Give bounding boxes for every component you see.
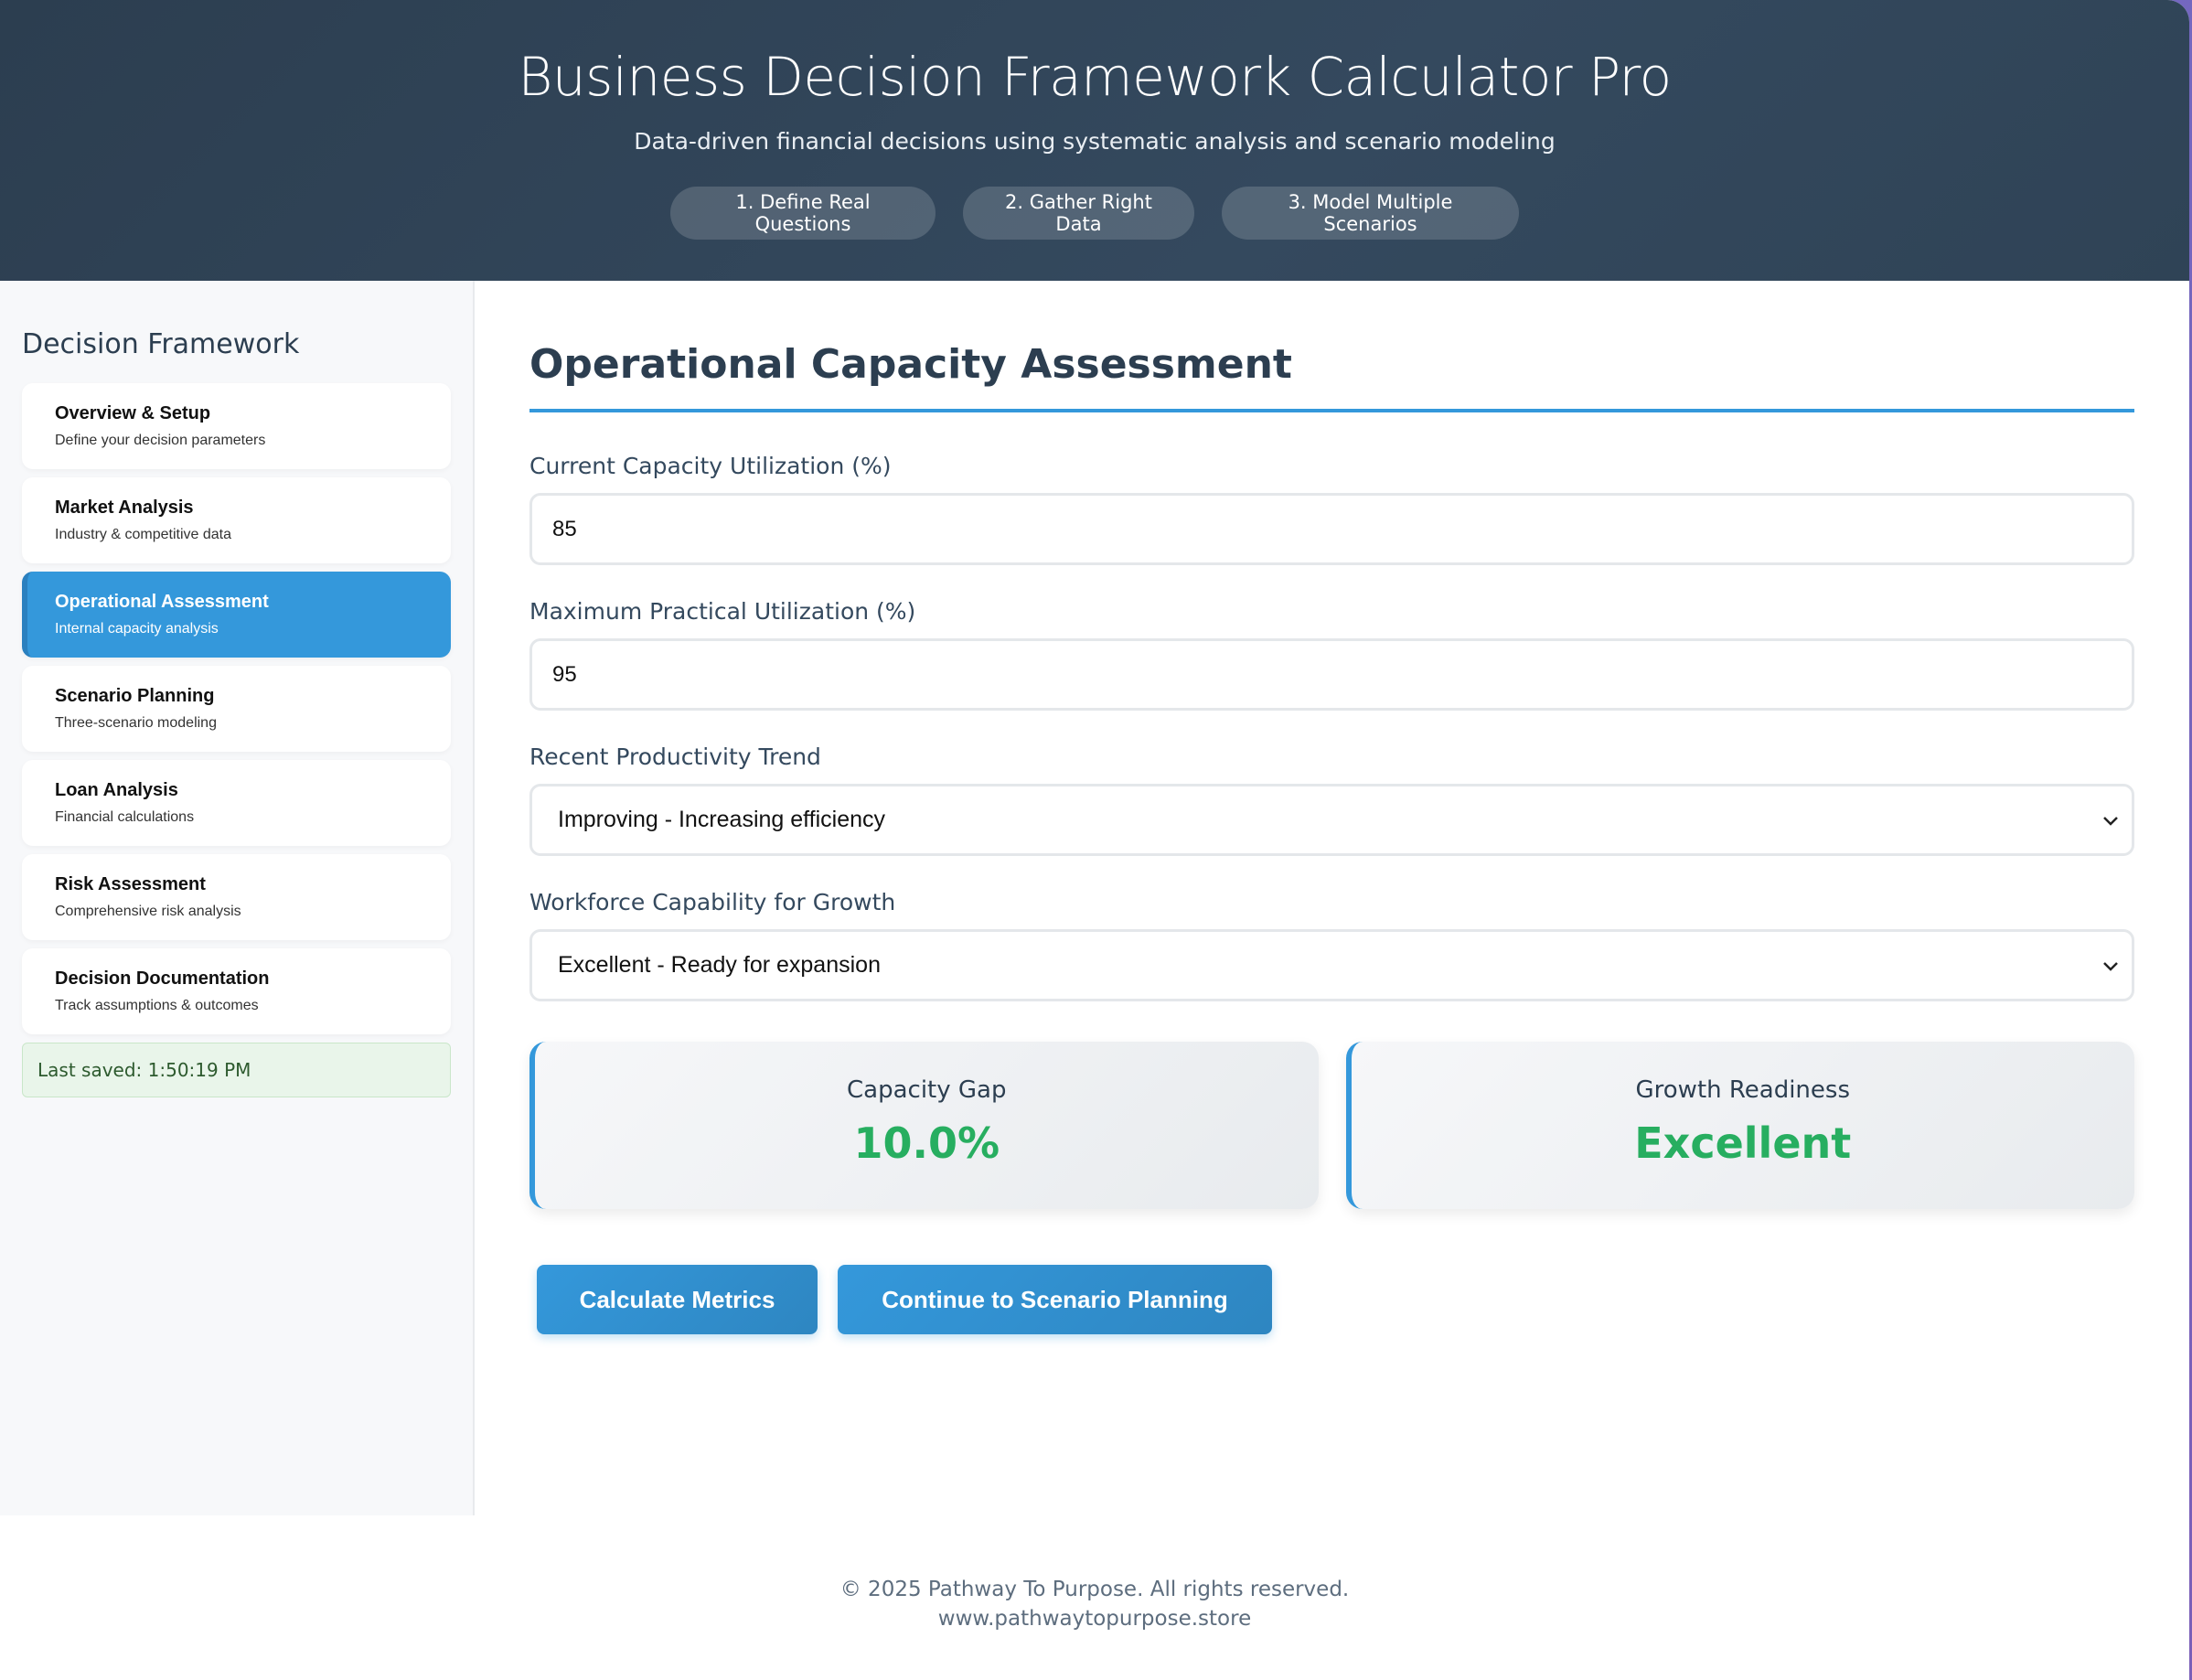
chevron-down-icon bbox=[2102, 808, 2119, 832]
sidebar-item-overview[interactable]: Overview & Setup Define your decision pa… bbox=[22, 383, 451, 469]
sidebar-item-title: Decision Documentation bbox=[55, 968, 270, 989]
calculate-metrics-button[interactable]: Calculate Metrics bbox=[537, 1265, 818, 1334]
sidebar-item-title: Overview & Setup bbox=[55, 403, 211, 423]
growth-readiness-card: Growth Readiness Excellent bbox=[1345, 1042, 2134, 1209]
app-window: Business Decision Framework Calculator P… bbox=[0, 0, 2189, 1680]
metric-cards: Capacity Gap 10.0% Growth Readiness Exce… bbox=[529, 1042, 2134, 1209]
app-subtitle: Data-driven financial decisions using sy… bbox=[634, 128, 1556, 155]
sidebar-item-subtitle: Comprehensive risk analysis bbox=[55, 904, 241, 919]
step-pills: 1. Define Real Questions 2. Gather Right… bbox=[0, 187, 2189, 240]
sidebar-item-title: Scenario Planning bbox=[55, 686, 215, 706]
max-capacity-label: Maximum Practical Utilization (%) bbox=[529, 598, 916, 625]
step-pill-model-scenarios: 3. Model Multiple Scenarios bbox=[1222, 187, 1519, 240]
content-area: Decision Framework Overview & Setup Defi… bbox=[0, 281, 2189, 1515]
action-buttons: Calculate Metrics Continue to Scenario P… bbox=[529, 1265, 2134, 1334]
productivity-trend-label: Recent Productivity Trend bbox=[529, 744, 821, 770]
footer: © 2025 Pathway To Purpose. All rights re… bbox=[0, 1515, 2189, 1680]
header: Business Decision Framework Calculator P… bbox=[0, 0, 2189, 281]
metric-label: Capacity Gap bbox=[847, 1076, 1007, 1104]
workforce-label: Workforce Capability for Growth bbox=[529, 889, 896, 915]
max-capacity-input[interactable]: 95 bbox=[529, 638, 2134, 711]
step-pill-define-questions: 1. Define Real Questions bbox=[670, 187, 936, 240]
sidebar-item-subtitle: Track assumptions & outcomes bbox=[55, 998, 259, 1013]
chevron-down-icon bbox=[2102, 954, 2119, 978]
metric-value: 10.0% bbox=[853, 1118, 1000, 1168]
sidebar-item-subtitle: Internal capacity analysis bbox=[55, 621, 219, 637]
sidebar-item-scenario-planning[interactable]: Scenario Planning Three-scenario modelin… bbox=[22, 666, 451, 752]
sidebar-item-decision-documentation[interactable]: Decision Documentation Track assumptions… bbox=[22, 948, 451, 1034]
capacity-gap-card: Capacity Gap 10.0% bbox=[529, 1042, 1319, 1209]
sidebar: Decision Framework Overview & Setup Defi… bbox=[0, 281, 475, 1515]
sidebar-item-title: Operational Assessment bbox=[55, 592, 269, 612]
sidebar-item-subtitle: Industry & competitive data bbox=[55, 527, 231, 542]
step-pill-gather-data: 2. Gather Right Data bbox=[963, 187, 1194, 240]
sidebar-item-title: Loan Analysis bbox=[55, 780, 178, 800]
sidebar-item-operational-assessment[interactable]: Operational Assessment Internal capacity… bbox=[22, 572, 451, 658]
continue-scenario-planning-button[interactable]: Continue to Scenario Planning bbox=[838, 1265, 1272, 1334]
footer-website: www.pathwaytopurpose.store bbox=[937, 1607, 1252, 1631]
sidebar-item-loan-analysis[interactable]: Loan Analysis Financial calculations bbox=[22, 760, 451, 846]
current-capacity-label: Current Capacity Utilization (%) bbox=[529, 453, 892, 479]
workforce-value: Excellent - Ready for expansion bbox=[558, 952, 881, 978]
sidebar-item-title: Risk Assessment bbox=[55, 874, 206, 894]
page-title: Operational Capacity Assessment bbox=[529, 341, 2134, 412]
sidebar-item-market-analysis[interactable]: Market Analysis Industry & competitive d… bbox=[22, 477, 451, 563]
sidebar-item-risk-assessment[interactable]: Risk Assessment Comprehensive risk analy… bbox=[22, 854, 451, 940]
metric-value: Excellent bbox=[1634, 1118, 1852, 1168]
workforce-select[interactable]: Excellent - Ready for expansion bbox=[529, 929, 2134, 1001]
footer-copyright: © 2025 Pathway To Purpose. All rights re… bbox=[839, 1578, 1350, 1601]
sidebar-item-subtitle: Define your decision parameters bbox=[55, 433, 266, 448]
current-capacity-input[interactable]: 85 bbox=[529, 493, 2134, 565]
sidebar-item-title: Market Analysis bbox=[55, 498, 194, 518]
sidebar-item-subtitle: Three-scenario modeling bbox=[55, 715, 217, 731]
sidebar-heading: Decision Framework bbox=[22, 328, 300, 360]
productivity-trend-value: Improving - Increasing efficiency bbox=[558, 807, 886, 832]
productivity-trend-select[interactable]: Improving - Increasing efficiency bbox=[529, 784, 2134, 856]
main-panel: Operational Capacity Assessment Current … bbox=[475, 281, 2189, 1515]
metric-label: Growth Readiness bbox=[1635, 1076, 1851, 1104]
sidebar-item-subtitle: Financial calculations bbox=[55, 809, 195, 825]
last-saved-status: Last saved: 1:50:19 PM bbox=[22, 1043, 451, 1097]
app-title: Business Decision Framework Calculator P… bbox=[518, 46, 1672, 108]
